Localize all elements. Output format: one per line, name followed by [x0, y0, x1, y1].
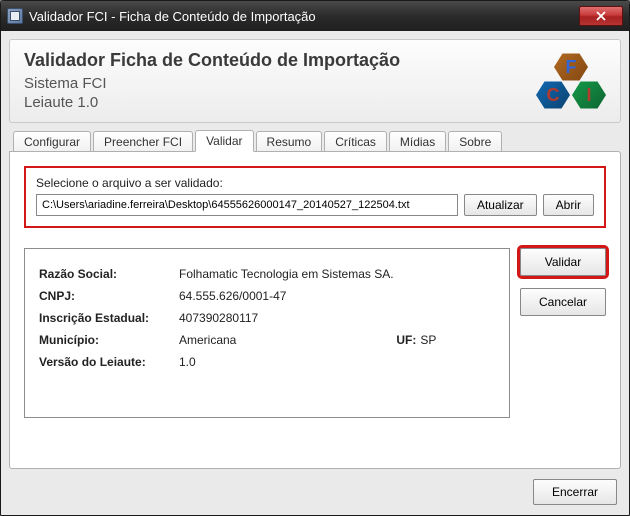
side-buttons: Validar Cancelar	[520, 248, 606, 316]
header-subtitle-1: Sistema FCI	[24, 75, 530, 92]
content-row: Razão Social: Folhamatic Tecnologia em S…	[24, 248, 606, 418]
file-path-input[interactable]	[36, 194, 458, 216]
refresh-button[interactable]: Atualizar	[464, 194, 537, 216]
cancelar-button[interactable]: Cancelar	[520, 288, 606, 316]
razao-social-value: Folhamatic Tecnologia em Sistemas SA.	[179, 267, 394, 281]
company-details-box: Razão Social: Folhamatic Tecnologia em S…	[24, 248, 510, 418]
header-text: Validador Ficha de Conteúdo de Importaçã…	[24, 50, 530, 111]
tab-strip: Configurar Preencher FCI Validar Resumo …	[13, 129, 621, 151]
fci-logo: F C I	[536, 52, 606, 112]
titlebar: Validador FCI - Ficha de Conteúdo de Imp…	[1, 1, 629, 31]
tab-resumo[interactable]: Resumo	[256, 131, 323, 152]
row-versao: Versão do Leiaute: 1.0	[39, 355, 495, 369]
uf-group: UF: SP	[396, 333, 436, 347]
header-card: Validador Ficha de Conteúdo de Importaçã…	[9, 39, 621, 123]
ie-value: 407390280117	[179, 311, 258, 325]
uf-label: UF:	[396, 333, 416, 347]
row-razao-social: Razão Social: Folhamatic Tecnologia em S…	[39, 267, 495, 281]
close-button[interactable]	[579, 6, 623, 26]
logo-hex-i: I	[572, 80, 606, 110]
uf-value: SP	[420, 333, 436, 347]
row-municipio: Município: Americana UF: SP	[39, 333, 495, 347]
cnpj-value: 64.555.626/0001-47	[179, 289, 286, 303]
tab-configurar[interactable]: Configurar	[13, 131, 91, 152]
tab-panel-validar: Selecione o arquivo a ser validado: Atua…	[9, 151, 621, 469]
file-select-box: Selecione o arquivo a ser validado: Atua…	[24, 166, 606, 228]
cnpj-label: CNPJ:	[39, 289, 179, 303]
footer: Encerrar	[9, 469, 621, 507]
tab-validar[interactable]: Validar	[195, 130, 253, 152]
versao-label: Versão do Leiaute:	[39, 355, 179, 369]
tab-sobre[interactable]: Sobre	[448, 131, 502, 152]
tab-preencher-fci[interactable]: Preencher FCI	[93, 131, 193, 152]
logo-hex-c: C	[536, 80, 570, 110]
header-subtitle-2: Leiaute 1.0	[24, 94, 530, 111]
logo-hex-f: F	[554, 52, 588, 82]
open-button[interactable]: Abrir	[543, 194, 594, 216]
client-area: Validador Ficha de Conteúdo de Importaçã…	[1, 31, 629, 515]
tab-midias[interactable]: Mídias	[389, 131, 446, 152]
versao-value: 1.0	[179, 355, 196, 369]
app-window: Validador FCI - Ficha de Conteúdo de Imp…	[0, 0, 630, 516]
tab-criticas[interactable]: Críticas	[324, 131, 387, 152]
close-icon	[596, 11, 606, 21]
encerrar-button[interactable]: Encerrar	[533, 479, 617, 505]
header-title: Validador Ficha de Conteúdo de Importaçã…	[24, 50, 530, 71]
municipio-value: Americana	[179, 333, 236, 347]
file-select-label: Selecione o arquivo a ser validado:	[36, 176, 594, 190]
ie-label: Inscrição Estadual:	[39, 311, 179, 325]
app-icon	[7, 8, 23, 24]
row-cnpj: CNPJ: 64.555.626/0001-47	[39, 289, 495, 303]
validar-button[interactable]: Validar	[520, 248, 606, 276]
row-ie: Inscrição Estadual: 407390280117	[39, 311, 495, 325]
file-row: Atualizar Abrir	[36, 194, 594, 216]
razao-social-label: Razão Social:	[39, 267, 179, 281]
municipio-label: Município:	[39, 333, 179, 347]
window-title: Validador FCI - Ficha de Conteúdo de Imp…	[29, 9, 579, 24]
